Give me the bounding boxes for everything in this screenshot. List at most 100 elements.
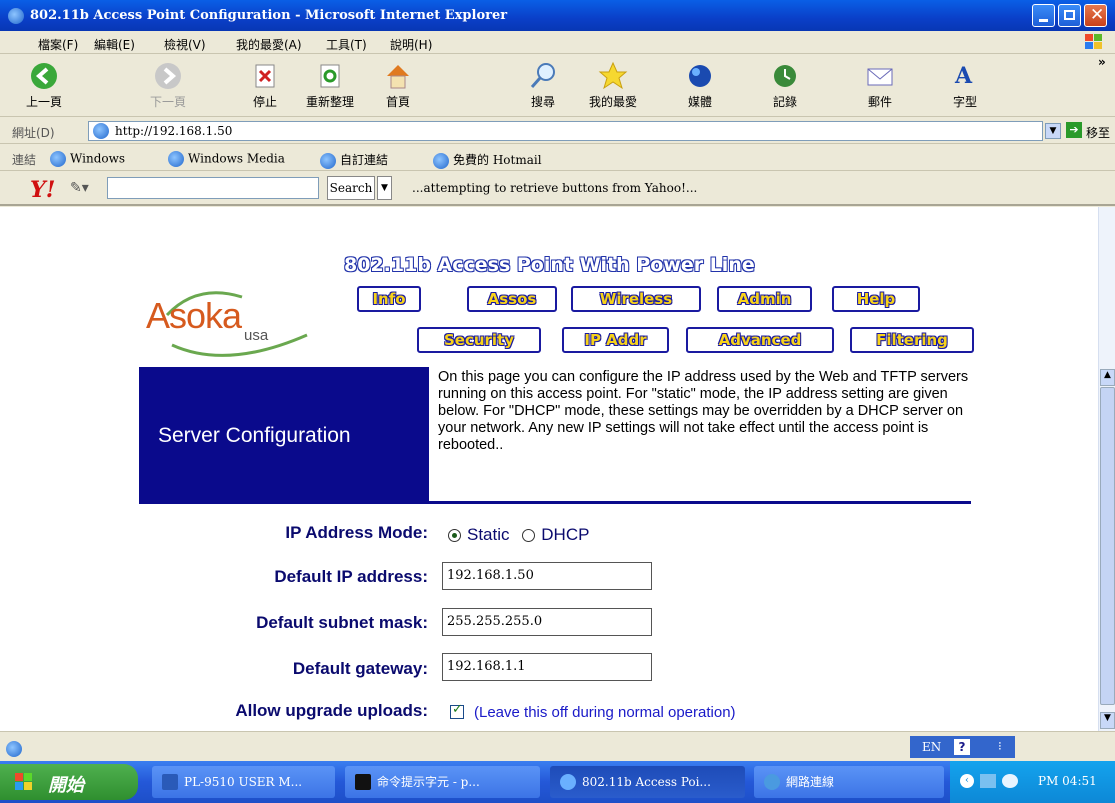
vertical-scrollbar[interactable]: ▲ ▼ [1098, 207, 1115, 731]
upgrade-checkbox[interactable]: ✓ [450, 702, 464, 719]
nav-wireless[interactable]: Wireless [571, 286, 701, 312]
windows-start-icon [14, 772, 34, 792]
language-bar[interactable]: EN ? ⁝ [910, 736, 1015, 758]
asoka-logo: Asoka usa [137, 275, 337, 365]
links-bar: 連結 Windows Windows Media 自訂連結 免費的 Hotmai… [0, 145, 1115, 171]
address-bar: 網址(D) http://192.168.1.50 ▼ ➔ 移至 [0, 118, 1115, 144]
mail-button[interactable]: 郵件 [850, 59, 910, 115]
nav-admin[interactable]: Admin [717, 286, 812, 312]
ip-address-label: Default IP address: [274, 567, 428, 586]
menu-file[interactable]: 檔案(F) [38, 36, 78, 53]
forward-button[interactable]: 下一頁 [138, 59, 198, 115]
history-button[interactable]: 記錄 [755, 59, 815, 115]
language-indicator[interactable]: EN [922, 740, 941, 754]
restore-button[interactable] [1058, 4, 1081, 27]
link-windows-media[interactable]: Windows Media [168, 151, 285, 167]
link-custom[interactable]: 自訂連結 [320, 151, 388, 169]
favorites-button[interactable]: 我的最愛 [583, 59, 643, 115]
task-pl9510[interactable]: PL-9510 USER M... [152, 766, 335, 798]
menu-edit[interactable]: 編輯(E) [94, 36, 135, 53]
task-ie[interactable]: 802.11b Access Poi... [550, 766, 745, 798]
tray-connection-icon[interactable] [1002, 774, 1018, 788]
link-hotmail[interactable]: 免費的 Hotmail [433, 151, 542, 169]
menu-help[interactable]: 說明(H) [390, 36, 432, 53]
stop-button[interactable]: 停止 [235, 59, 295, 115]
tray-network-icon[interactable] [980, 774, 996, 788]
section-divider [139, 501, 971, 504]
nav-filtering[interactable]: Filtering [850, 327, 974, 353]
windows-logo-icon [1083, 33, 1105, 51]
radio-dhcp-icon[interactable] [522, 529, 536, 543]
section-title: Server Configuration [158, 424, 351, 447]
toolbar-overflow-icon[interactable]: » [1098, 55, 1106, 69]
address-label: 網址(D) [12, 126, 55, 140]
scroll-up-icon[interactable]: ▲ [1100, 369, 1115, 386]
word-icon [162, 774, 178, 790]
gateway-input[interactable]: 192.168.1.1 [442, 653, 652, 681]
nav-assos[interactable]: Assos [467, 286, 557, 312]
refresh-icon [315, 61, 345, 91]
status-page-icon [6, 738, 26, 757]
window-title: 802.11b Access Point Configuration - Mic… [30, 8, 508, 23]
taskbar: 開始 PL-9510 USER M... 命令提示字元 - p... 802.1… [0, 761, 1115, 803]
scroll-thumb[interactable] [1100, 387, 1115, 705]
ip-address-input[interactable]: 192.168.1.50 [442, 562, 652, 590]
yahoo-status: ...attempting to retrieve buttons from Y… [412, 181, 698, 195]
langbar-options-icon[interactable]: ⁝ [998, 739, 1002, 753]
yahoo-search-dropdown-icon[interactable]: ▼ [377, 176, 392, 200]
pencil-icon[interactable]: ✎▾ [70, 180, 89, 196]
font-button[interactable]: A 字型 [935, 59, 995, 115]
ie-icon [560, 774, 576, 790]
minimize-button[interactable] [1032, 4, 1055, 27]
font-size-icon: A [950, 61, 980, 91]
nav-help[interactable]: Help [832, 286, 920, 312]
address-dropdown-icon[interactable]: ▼ [1045, 123, 1061, 139]
help-icon[interactable]: ? [954, 739, 970, 755]
menu-favorites[interactable]: 我的最愛(A) [236, 36, 302, 53]
nav-info[interactable]: Info [357, 286, 421, 312]
refresh-button[interactable]: 重新整理 [300, 59, 360, 115]
window-title-bar[interactable]: 802.11b Access Point Configuration - Mic… [0, 0, 1115, 31]
logo-subtext: usa [244, 327, 269, 344]
tray-expand-icon[interactable]: ‹ [960, 774, 974, 788]
star-icon [598, 61, 628, 91]
address-input[interactable]: http://192.168.1.50 [88, 121, 1043, 141]
yahoo-search-input[interactable] [107, 177, 319, 199]
forward-arrow-icon [153, 61, 183, 91]
page-headline: 802.11b Access Point With Power Line [344, 254, 755, 276]
radio-static-icon[interactable] [448, 529, 461, 543]
menu-view[interactable]: 檢視(V) [164, 36, 206, 53]
back-button[interactable]: 上一頁 [14, 59, 74, 115]
menu-bar: 檔案(F) 編輯(E) 檢視(V) 我的最愛(A) 工具(T) 說明(H) [0, 31, 1115, 54]
back-arrow-icon [29, 61, 59, 91]
search-button[interactable]: 搜尋 [513, 59, 573, 115]
start-label: 開始 [48, 775, 84, 796]
task-network[interactable]: 網路連線 [754, 766, 944, 798]
start-button[interactable]: 開始 [0, 764, 138, 800]
menu-tools[interactable]: 工具(T) [326, 36, 367, 53]
ip-mode-static-option[interactable]: Static [448, 525, 510, 544]
link-windows[interactable]: Windows [50, 151, 125, 167]
media-button[interactable]: 媒體 [670, 59, 730, 115]
stop-icon [250, 61, 280, 91]
nav-ip-addr[interactable]: IP Addr [562, 327, 669, 353]
task-cmd[interactable]: 命令提示字元 - p... [345, 766, 540, 798]
nav-advanced[interactable]: Advanced [686, 327, 834, 353]
ip-mode-dhcp-option[interactable]: DHCP [522, 525, 589, 544]
scroll-down-icon[interactable]: ▼ [1100, 712, 1115, 729]
close-button[interactable]: ✕ [1084, 4, 1107, 27]
ie-link-icon [168, 151, 184, 167]
go-button[interactable]: 移至 [1086, 124, 1110, 141]
clock[interactable]: PM 04:51 [1038, 774, 1097, 788]
home-button[interactable]: 首頁 [368, 59, 428, 115]
nav-security[interactable]: Security [417, 327, 541, 353]
yahoo-logo-icon[interactable]: Y! [30, 177, 55, 203]
go-arrow-icon[interactable]: ➔ [1066, 122, 1082, 138]
subnet-mask-input[interactable]: 255.255.255.0 [442, 608, 652, 636]
yahoo-search-button[interactable]: Search [327, 176, 375, 200]
gateway-label: Default gateway: [292, 659, 428, 678]
links-label: 連結 [12, 153, 37, 167]
ie-link-icon [433, 152, 449, 169]
home-icon [383, 61, 413, 91]
ie-link-icon [50, 151, 66, 167]
